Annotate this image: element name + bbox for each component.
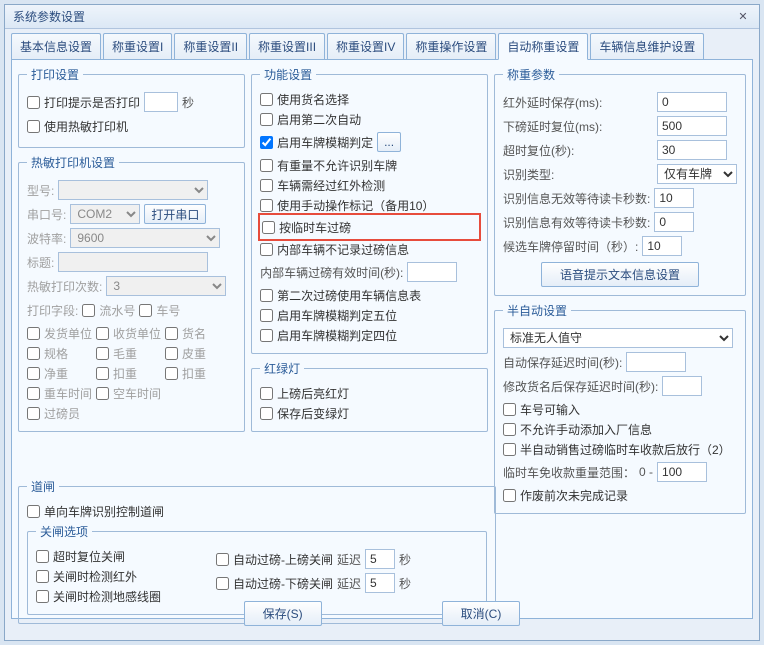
tab-basic[interactable]: 基本信息设置 xyxy=(11,33,101,60)
chk-f11[interactable]: 启用车牌模糊判定五位 xyxy=(260,305,479,325)
print-prompt-sec[interactable] xyxy=(144,92,178,112)
chk-a2[interactable]: 自动过磅-下磅关闸 xyxy=(216,573,333,593)
gate-legend: 道闸 xyxy=(27,478,59,495)
chk-f1[interactable]: 使用货名选择 xyxy=(260,89,479,109)
titlebar: 系统参数设置 ✕ xyxy=(5,5,759,29)
chk-f2[interactable]: 启用第二次自动 xyxy=(260,109,479,129)
settings-window: 系统参数设置 ✕ 基本信息设置 称重设置I 称重设置II 称重设置III 称重设… xyxy=(4,4,760,641)
chk-f7[interactable]: 按临时车过磅 xyxy=(262,217,477,237)
thermal-legend: 热敏打印机设置 xyxy=(27,154,119,171)
chk-hcar[interactable]: 重车时间 xyxy=(27,383,96,403)
weigh-v5[interactable] xyxy=(654,188,694,208)
chk-semi-c2[interactable]: 不允许手动添加入厂信息 xyxy=(503,419,737,439)
semi-group: 半自动设置 标准无人值守 自动保存延迟时间(秒): 修改货名后保存延迟时间(秒)… xyxy=(494,302,746,514)
tab-vehicle[interactable]: 车辆信息维护设置 xyxy=(590,33,704,60)
chk-ship[interactable]: 发货单位 xyxy=(27,323,96,343)
delay1[interactable] xyxy=(365,549,395,569)
thermal-port[interactable]: COM2 xyxy=(70,204,140,224)
semi-range[interactable] xyxy=(657,462,707,482)
tab-weigh4[interactable]: 称重设置IV xyxy=(327,33,404,60)
tab-weighop[interactable]: 称重操作设置 xyxy=(406,33,496,60)
tab-weigh1[interactable]: 称重设置I xyxy=(103,33,172,60)
light-legend: 红绿灯 xyxy=(260,360,304,377)
close-legend: 关闸选项 xyxy=(36,523,92,540)
f9-input[interactable] xyxy=(407,262,457,282)
chk-goods[interactable]: 货名 xyxy=(165,323,234,343)
chk-c1[interactable]: 超时复位关闸 xyxy=(36,546,216,566)
chk-kou2[interactable]: 扣重 xyxy=(165,363,234,383)
footer: 保存(S) 取消(C) xyxy=(5,593,759,634)
func-legend: 功能设置 xyxy=(260,66,316,83)
chk-f5[interactable]: 车辆需经过红外检测 xyxy=(260,175,479,195)
chk-g1[interactable]: 单向车牌识别控制道闸 xyxy=(27,501,487,521)
chk-kou[interactable]: 扣重 xyxy=(96,363,165,383)
chk-c2[interactable]: 关闸时检测红外 xyxy=(36,566,216,586)
weigh-v6[interactable] xyxy=(654,212,694,232)
save-button[interactable]: 保存(S) xyxy=(244,601,322,626)
thermal-baud[interactable]: 9600 xyxy=(70,228,220,248)
chk-f8[interactable]: 内部车辆不记录过磅信息 xyxy=(260,239,479,259)
weigh-v2[interactable] xyxy=(657,116,727,136)
print-legend: 打印设置 xyxy=(27,66,83,83)
chk-print-prompt[interactable]: 打印提示是否打印 xyxy=(27,92,140,112)
chk-semi-c3[interactable]: 半自动销售过磅临时车收款后放行（2） xyxy=(503,439,737,459)
weigh-v3[interactable] xyxy=(657,140,727,160)
close-icon[interactable]: ✕ xyxy=(735,10,751,24)
chk-gross[interactable]: 毛重 xyxy=(96,343,165,363)
tab-weigh3[interactable]: 称重设置III xyxy=(249,33,325,60)
thermal-model[interactable] xyxy=(58,180,208,200)
weigh-v1[interactable] xyxy=(657,92,727,112)
chk-op[interactable]: 过磅员 xyxy=(27,403,132,423)
chk-car[interactable]: 车号 xyxy=(139,300,180,320)
f3-more-button[interactable]: ... xyxy=(377,132,401,152)
thermal-group: 热敏打印机设置 型号: 串口号:COM2打开串口 波特率:9600 标题: 热敏… xyxy=(18,154,245,432)
tab-panel: 打印设置 打印提示是否打印 秒 使用热敏打印机 热敏打印机设置 型号: 串口号:… xyxy=(11,59,753,619)
chk-thermal[interactable]: 使用热敏打印机 xyxy=(27,116,128,136)
tab-autoweigh[interactable]: 自动称重设置 xyxy=(498,33,588,60)
semi-mode[interactable]: 标准无人值守 xyxy=(503,328,733,348)
chk-recv[interactable]: 收货单位 xyxy=(96,323,165,343)
chk-f4[interactable]: 有重量不允许识别车牌 xyxy=(260,155,479,175)
weigh-group: 称重参数 红外延时保存(ms): 下磅延时复位(ms): 超时复位(秒): 识别… xyxy=(494,66,746,296)
chk-semi-c4[interactable]: 作废前次未完成记录 xyxy=(503,485,737,505)
open-port-button[interactable]: 打开串口 xyxy=(144,204,206,224)
weigh-type[interactable]: 仅有车牌 xyxy=(657,164,737,184)
chk-f10[interactable]: 第二次过磅使用车辆信息表 xyxy=(260,285,479,305)
tab-weigh2[interactable]: 称重设置II xyxy=(174,33,247,60)
semi-legend: 半自动设置 xyxy=(503,302,571,319)
chk-f6[interactable]: 使用手动操作标记（备用10） xyxy=(260,195,479,215)
chk-f3[interactable]: 启用车牌模糊判定 xyxy=(260,132,373,152)
chk-f12[interactable]: 启用车牌模糊判定四位 xyxy=(260,325,479,345)
thermal-count[interactable]: 3 xyxy=(106,276,226,296)
chk-tare[interactable]: 皮重 xyxy=(165,343,234,363)
chk-spec[interactable]: 规格 xyxy=(27,343,96,363)
delay2[interactable] xyxy=(365,573,395,593)
weigh-v7[interactable] xyxy=(642,236,682,256)
chk-a1[interactable]: 自动过磅-上磅关闸 xyxy=(216,549,333,569)
thermal-title[interactable] xyxy=(58,252,208,272)
light-group: 红绿灯 上磅后亮红灯 保存后变绿灯 xyxy=(251,360,488,432)
cancel-button[interactable]: 取消(C) xyxy=(442,601,521,626)
func-group: 功能设置 使用货名选择 启用第二次自动 启用车牌模糊判定... 有重量不允许识别… xyxy=(251,66,488,354)
chk-flow[interactable]: 流水号 xyxy=(82,300,135,320)
print-group: 打印设置 打印提示是否打印 秒 使用热敏打印机 xyxy=(18,66,245,148)
semi-s1[interactable] xyxy=(626,352,686,372)
voice-button[interactable]: 语音提示文本信息设置 xyxy=(541,262,699,287)
chk-empty[interactable]: 空车时间 xyxy=(96,383,201,403)
highlight-box: 按临时车过磅 xyxy=(258,213,481,241)
chk-net[interactable]: 净重 xyxy=(27,363,96,383)
chk-semi-c1[interactable]: 车号可输入 xyxy=(503,399,737,419)
semi-s2[interactable] xyxy=(662,376,702,396)
weigh-legend: 称重参数 xyxy=(503,66,559,83)
window-title: 系统参数设置 xyxy=(13,8,735,25)
chk-l1[interactable]: 上磅后亮红灯 xyxy=(260,383,479,403)
chk-l2[interactable]: 保存后变绿灯 xyxy=(260,403,479,423)
tabstrip: 基本信息设置 称重设置I 称重设置II 称重设置III 称重设置IV 称重操作设… xyxy=(5,29,759,60)
